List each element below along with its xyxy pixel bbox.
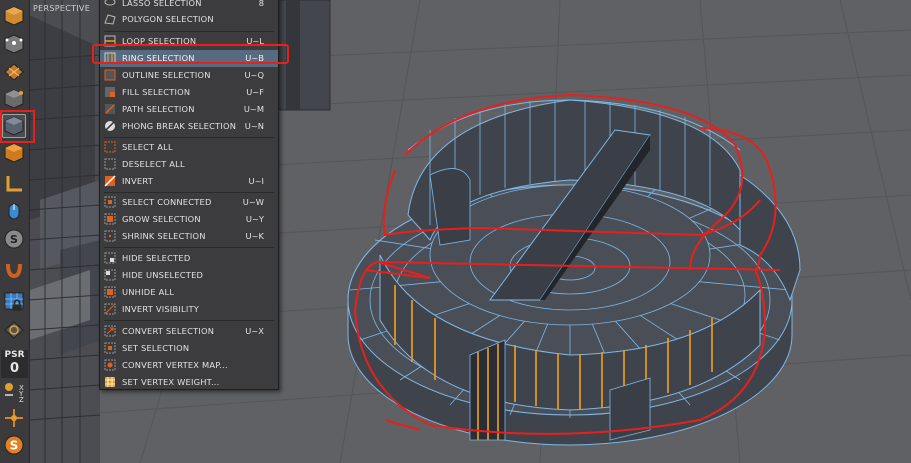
ring-selection-icon (104, 52, 116, 64)
menu-item-hide-unselected[interactable]: HIDE UNSELECTED (100, 267, 278, 284)
menu-item-select-connected[interactable]: SELECT CONNECTED U~W (100, 194, 278, 211)
tweak-mode-icon[interactable] (2, 200, 26, 224)
solo-icon[interactable]: S (2, 227, 26, 251)
model-mode-icon[interactable] (2, 4, 26, 28)
snap-icon[interactable] (2, 258, 26, 282)
select-all-icon (104, 141, 116, 153)
menu-item-loop-selection[interactable]: LOOP SELECTION U~L (100, 33, 278, 50)
menu-item-invert-visibility[interactable]: INVERT VISIBILITY (100, 301, 278, 318)
menu-item-set-selection[interactable]: SET SELECTION (100, 340, 278, 357)
shrink-selection-icon (104, 230, 116, 242)
menu-item-shrink-selection[interactable]: SHRINK SELECTION U~K (100, 228, 278, 245)
menu-item-fill-selection[interactable]: FILL SELECTION U~F (100, 84, 278, 101)
psr-indicator[interactable]: PSR 0 (1, 350, 28, 378)
axis-lock-icon[interactable]: XYZ (2, 380, 26, 404)
menu-item-select-all[interactable]: SELECT ALL (100, 139, 278, 156)
grow-selection-icon (104, 213, 116, 225)
menu-item-deselect-all[interactable]: DESELECT ALL (100, 156, 278, 173)
deselect-all-icon (104, 158, 116, 170)
svg-text:S: S (10, 439, 19, 453)
viewport-label: PERSPECTIVE (33, 4, 91, 13)
psr-label: PSR (4, 350, 25, 360)
convert-vertex-map-icon (104, 359, 116, 371)
menu-item-ring-selection[interactable]: RING SELECTION U~B (100, 50, 278, 67)
menu-item-set-vertex-weight[interactable]: SET VERTEX WEIGHT... (100, 374, 278, 391)
lock-workplane-icon[interactable] (10, 298, 24, 312)
soft-selection-icon[interactable]: S (2, 433, 26, 457)
menu-item-phong-break-selection[interactable]: PHONG BREAK SELECTION U~N (100, 118, 278, 135)
phong-break-selection-icon (104, 120, 116, 132)
fill-selection-icon (104, 86, 116, 98)
axis-mode-icon[interactable] (2, 172, 26, 196)
texture-mode-icon[interactable] (2, 141, 26, 165)
coordinate-system-icon[interactable] (2, 406, 26, 430)
psr-value: 0 (9, 361, 20, 376)
loop-selection-icon (104, 35, 116, 47)
outline-selection-icon (104, 69, 116, 81)
invert-visibility-icon (104, 303, 116, 315)
svg-text:S: S (10, 233, 18, 246)
lasso-selection-icon (104, 0, 116, 9)
unhide-all-icon (104, 286, 116, 298)
edges-mode-icon[interactable] (2, 60, 26, 84)
menu-item-unhide-all[interactable]: UNHIDE ALL (100, 284, 278, 301)
planar-workplane-icon[interactable] (2, 318, 26, 342)
convert-selection-icon (104, 325, 116, 337)
menu-separator (104, 31, 274, 32)
hide-unselected-icon (104, 269, 116, 281)
mode-toolbar: S PSR 0 XYZ S (0, 0, 30, 463)
menu-item-grow-selection[interactable]: GROW SELECTION U~Y (100, 211, 278, 228)
set-vertex-weight-icon (104, 376, 116, 388)
menu-item-path-selection[interactable]: PATH SELECTION U~M (100, 101, 278, 118)
menu-item-outline-selection[interactable]: OUTLINE SELECTION U~Q (100, 67, 278, 84)
points-mode-icon[interactable] (2, 32, 26, 56)
menu-separator (104, 247, 274, 248)
path-selection-icon (104, 103, 116, 115)
set-selection-icon (104, 342, 116, 354)
select-connected-icon (104, 196, 116, 208)
menu-item-convert-vertex-map[interactable]: CONVERT VERTEX MAP... (100, 357, 278, 374)
menu-item-hide-selected[interactable]: HIDE SELECTED (100, 250, 278, 267)
menu-item-polygon-selection[interactable]: POLYGON SELECTION (100, 11, 278, 28)
menu-separator (104, 192, 274, 193)
hide-selected-icon (104, 252, 116, 264)
menu-separator (104, 320, 274, 321)
menu-separator (104, 137, 274, 138)
menu-item-invert[interactable]: INVERT U~I (100, 173, 278, 190)
menu-item-convert-selection[interactable]: CONVERT SELECTION U~X (100, 323, 278, 340)
svg-text:Z: Z (19, 396, 24, 403)
invert-selection-icon (104, 175, 116, 187)
uvw-mode-icon[interactable] (2, 114, 26, 138)
polygons-mode-icon[interactable] (2, 87, 26, 111)
selection-context-menu: LASSO SELECTION 8 POLYGON SELECTION LOOP… (99, 0, 279, 390)
polygon-selection-icon (104, 13, 116, 25)
